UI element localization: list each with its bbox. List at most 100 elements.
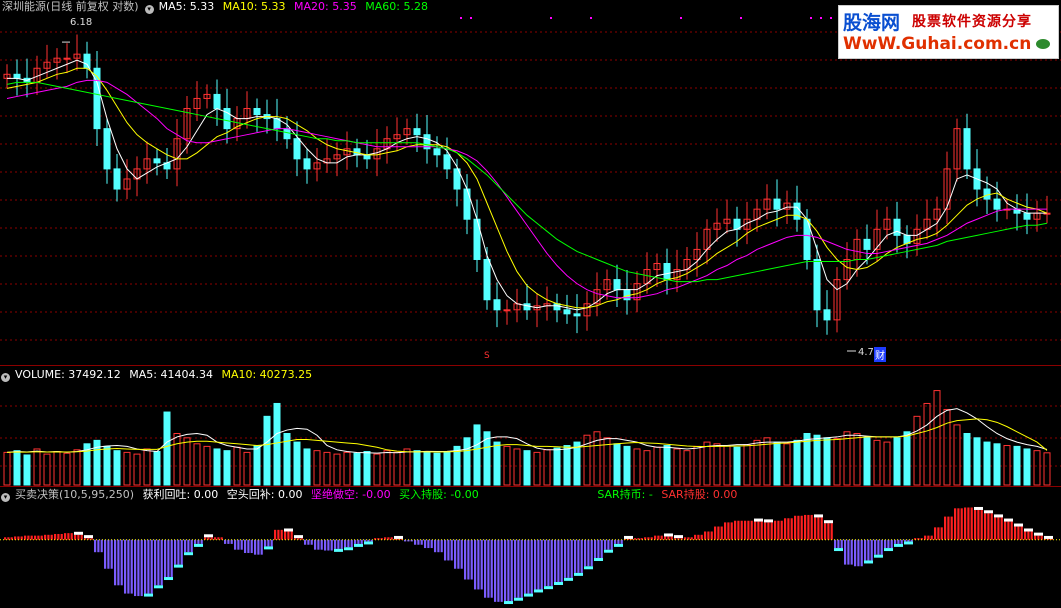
- decision-histogram-bar: [317, 539, 320, 550]
- decision-histogram-bar: [880, 539, 883, 555]
- decision-histogram-bar: [274, 529, 277, 540]
- decision-histogram-bar: [764, 522, 767, 540]
- decision-histogram-bar: [840, 539, 843, 549]
- volume-bar: [753, 439, 761, 486]
- decision-histogram-chart[interactable]: [0, 487, 1061, 608]
- logo-tagline: 股票软件资源分享: [912, 14, 1032, 30]
- decision-histogram-bar: [1010, 521, 1013, 540]
- volume-bar: [473, 424, 481, 486]
- decision-histogram-bar: [657, 535, 660, 540]
- ma60-line: [6, 81, 1048, 283]
- indicator-title: 买卖决策(10,5,95,250): [15, 488, 135, 501]
- histogram-tip: [194, 543, 203, 547]
- histogram-tip: [204, 534, 213, 538]
- decision-histogram-bar: [150, 539, 153, 594]
- decision-histogram-bar: [954, 508, 957, 540]
- decision-histogram-bar: [394, 538, 397, 540]
- candle-body: [563, 309, 571, 315]
- volume-bar: [983, 441, 991, 486]
- volume-bar: [1043, 452, 1051, 486]
- short-label: 坚绝做空: -0.00: [310, 488, 391, 501]
- decision-histogram-bar: [1034, 535, 1037, 540]
- volume-bar: [683, 450, 691, 486]
- decision-histogram-bar: [870, 539, 873, 561]
- decision-histogram-bar: [500, 539, 503, 602]
- decision-histogram-bar: [347, 539, 350, 548]
- volume-title: VOLUME: 37492.12: [15, 368, 121, 381]
- decision-histogram-bar: [897, 539, 900, 544]
- decision-histogram-bar: [134, 539, 137, 597]
- decision-histogram-bar: [810, 514, 813, 540]
- volume-bar: [543, 449, 551, 486]
- decision-histogram-bar: [580, 539, 583, 573]
- candle-body: [63, 57, 71, 60]
- volume-bar: [383, 450, 391, 486]
- decision-histogram-bar: [270, 539, 273, 547]
- histogram-tip: [814, 514, 823, 518]
- volume-bar: [553, 447, 561, 486]
- volume-bar: [423, 451, 431, 486]
- decision-histogram-bar: [484, 539, 487, 598]
- decision-histogram-bar: [557, 539, 560, 582]
- decision-histogram-bar: [444, 539, 447, 561]
- decision-histogram-bar: [57, 533, 60, 540]
- volume-bar: [843, 431, 851, 486]
- decision-histogram-bar: [874, 539, 877, 555]
- decision-histogram-bar: [697, 534, 700, 540]
- logo-name: 股海网: [843, 12, 901, 34]
- volume-bar: [293, 441, 301, 486]
- decision-histogram-bar: [497, 539, 500, 602]
- decision-histogram-bar: [194, 539, 197, 544]
- decision-histogram-bar: [817, 517, 820, 540]
- decision-histogram-bar: [574, 539, 577, 573]
- volume-bar: [323, 451, 331, 486]
- collapse-icon[interactable]: ▾: [144, 5, 154, 14]
- price-chart-pane[interactable]: 深圳能源(日线 前复权 对数) ▾ MA5: 5.33 MA10: 5.33 MA2…: [0, 0, 1061, 365]
- sar-hold-label: SAR持股: 0.00: [661, 488, 738, 501]
- decision-histogram-bar: [464, 539, 467, 580]
- decision-histogram-bar: [254, 539, 257, 555]
- decision-histogram-bar: [1040, 535, 1043, 540]
- decision-histogram-bar: [780, 520, 783, 540]
- decision-histogram-bar: [804, 514, 807, 540]
- volume-bar-chart[interactable]: [0, 366, 1061, 486]
- decision-histogram-bar: [197, 539, 200, 544]
- decision-histogram-bar: [324, 539, 327, 551]
- indicator-chart-pane[interactable]: ▾ 买卖决策(10,5,95,250) 获利回吐: 0.00 空头回补: 0.00…: [0, 487, 1061, 608]
- decision-histogram-bar: [237, 539, 240, 550]
- volume-bar: [903, 431, 911, 486]
- histogram-tip: [764, 519, 773, 523]
- decision-histogram-bar: [1004, 521, 1007, 540]
- volume-collapse-icon[interactable]: ▾: [1, 373, 10, 382]
- decision-histogram-bar: [797, 515, 800, 540]
- decision-histogram-bar: [280, 529, 283, 540]
- volume-bar: [153, 451, 161, 486]
- decision-histogram-bar: [277, 529, 280, 540]
- logo-url: WwW.Guhai.com.cn: [843, 34, 1032, 54]
- histogram-tip: [524, 593, 533, 597]
- histogram-tip: [614, 543, 623, 547]
- decision-histogram-bar: [240, 539, 243, 550]
- indicator-collapse-icon[interactable]: ▾: [1, 493, 10, 502]
- decision-histogram-bar: [1024, 531, 1027, 540]
- volume-bar: [1013, 445, 1021, 486]
- decision-histogram-bar: [257, 539, 260, 555]
- decision-histogram-bar: [814, 517, 817, 540]
- volume-bar: [863, 436, 871, 486]
- decision-histogram-bar: [757, 521, 760, 540]
- volume-bar: [913, 415, 921, 486]
- finance-badge-icon[interactable]: 财: [874, 347, 886, 362]
- decision-histogram-bar: [984, 513, 987, 540]
- candle-body: [303, 158, 311, 170]
- decision-histogram-bar: [994, 517, 997, 540]
- decision-histogram-bar: [514, 539, 517, 598]
- volume-ma10-line: [6, 418, 1048, 453]
- volume-chart-pane[interactable]: ▾ VOLUME: 37492.12 MA5: 41404.34 MA10: 40…: [0, 366, 1061, 486]
- histogram-tip: [574, 572, 583, 576]
- decision-histogram-bar: [534, 539, 537, 590]
- decision-histogram-bar: [504, 539, 507, 602]
- decision-histogram-bar: [750, 520, 753, 540]
- volume-bar: [533, 451, 541, 486]
- decision-histogram-bar: [437, 539, 440, 553]
- decision-histogram-bar: [944, 516, 947, 540]
